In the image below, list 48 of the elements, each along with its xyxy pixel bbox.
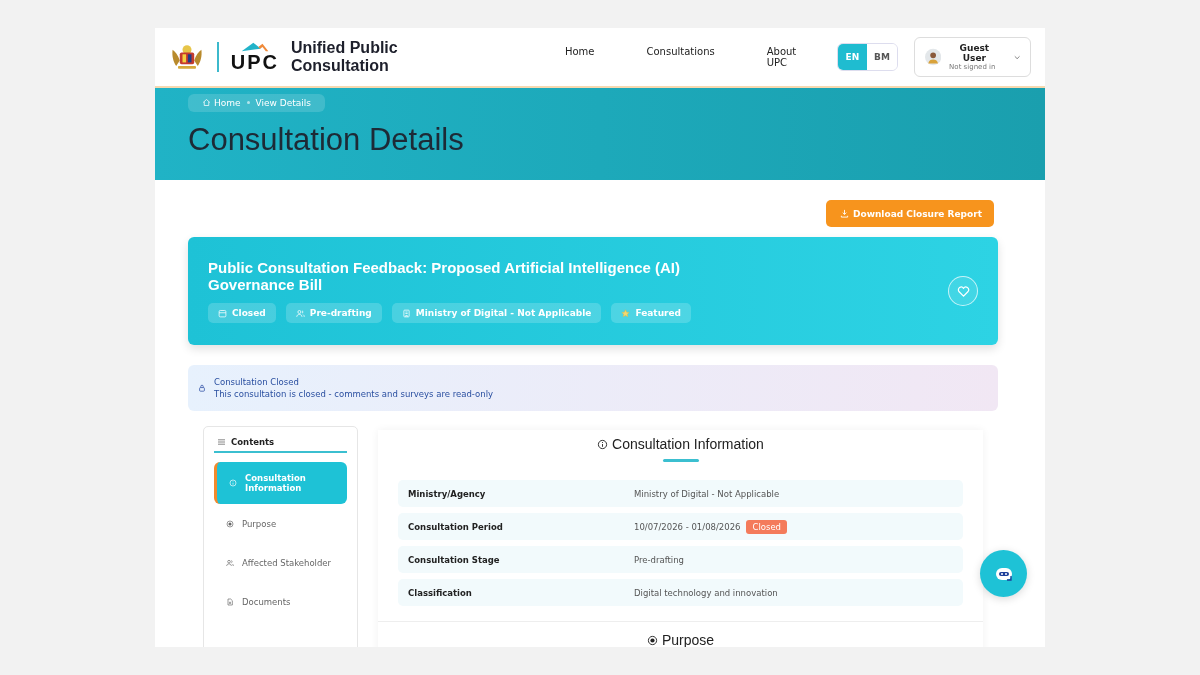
- download-icon: [840, 209, 849, 218]
- row-value: Pre-drafting: [634, 554, 684, 565]
- info-icon: [229, 479, 237, 487]
- alert-title: Consultation Closed: [214, 377, 300, 387]
- chevron-down-icon: [1013, 54, 1020, 60]
- contents-item[interactable]: Documents: [214, 582, 347, 621]
- upc-logo: UPC: [230, 42, 279, 72]
- row-value: Ministry of Digital - Not Applicable: [634, 488, 780, 499]
- row-label: Consultation Stage: [408, 554, 501, 565]
- row-label: Ministry/Agency: [408, 488, 487, 499]
- list-icon: [218, 439, 225, 445]
- document-icon: [226, 597, 234, 606]
- favorite-button[interactable]: [948, 276, 978, 306]
- heart-icon: [956, 285, 970, 297]
- calendar-icon: [218, 308, 227, 318]
- row-value: Digital technology and innovation: [634, 587, 778, 598]
- target-icon: [226, 519, 234, 528]
- nav-link[interactable]: Home: [564, 46, 595, 68]
- target-icon: [646, 634, 658, 646]
- contents-title: Contents: [231, 437, 275, 447]
- tag: Featured: [611, 303, 692, 323]
- page-title: Consultation Details: [188, 121, 465, 158]
- status-badge: Closed: [746, 519, 788, 534]
- home-icon: [202, 98, 211, 107]
- alert-message: This consultation is closed - comments and surveys are read-only: [214, 389, 494, 399]
- avatar-icon: [924, 48, 942, 66]
- section-title: Consultation Information: [612, 436, 764, 452]
- row-label: Consultation Period: [408, 521, 504, 532]
- lock-icon: [198, 384, 206, 392]
- star-icon: [621, 308, 631, 318]
- row-label: Classification: [408, 587, 473, 598]
- tag: Pre-drafting: [285, 303, 382, 323]
- people-icon: [295, 308, 305, 318]
- tag: Closed: [208, 303, 276, 323]
- site-title: Unified Public Consultation: [291, 39, 399, 75]
- chatbot-button[interactable]: [980, 550, 1027, 597]
- contents-item[interactable]: Purpose: [214, 504, 347, 543]
- row-value: 10/07/2026 - 01/08/2026: [634, 521, 741, 532]
- building-icon: [401, 308, 411, 318]
- user-name: Guest User: [958, 43, 991, 63]
- nav-link[interactable]: About UPC: [766, 46, 801, 68]
- people-icon: [226, 558, 234, 567]
- section-title: Purpose: [661, 632, 715, 647]
- nav-link[interactable]: Consultations: [646, 46, 715, 68]
- contents-item[interactable]: Affected Stakeholder: [214, 543, 347, 582]
- info-icon: [597, 438, 609, 450]
- tag: Ministry of Digital - Not Applicable: [391, 303, 602, 323]
- consultation-title: Public Consultation Feedback: Proposed Artificial Intelligence (AI) Governance Bill: [208, 259, 681, 293]
